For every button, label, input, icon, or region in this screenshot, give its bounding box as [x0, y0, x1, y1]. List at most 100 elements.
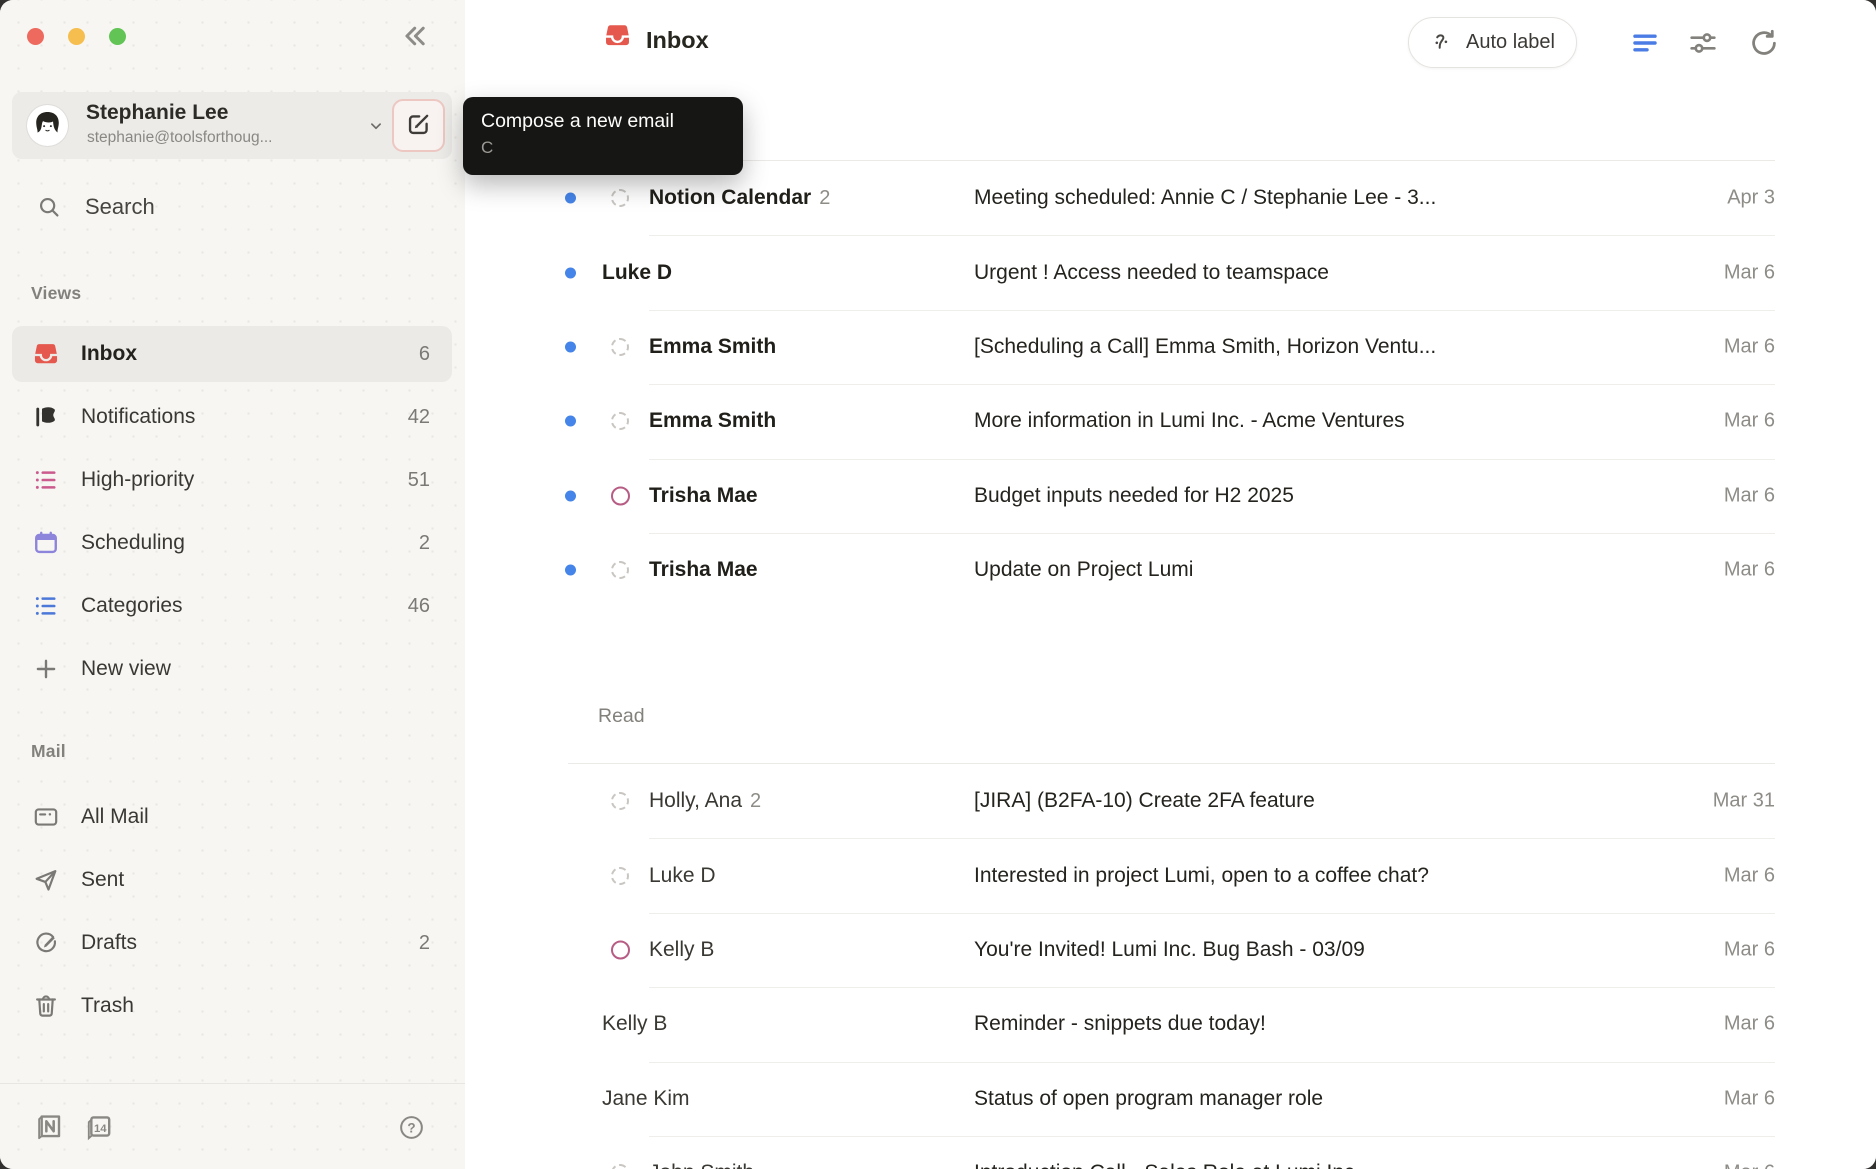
unread-indicator-dot — [565, 267, 576, 278]
app-window: Stephanie Lee stephanie@toolsforthoug...… — [0, 0, 1876, 1169]
sidebar-item-all-mail[interactable]: All Mail — [12, 789, 452, 845]
thread-count: 2 — [750, 790, 761, 812]
email-date: Mar 6 — [1724, 1162, 1775, 1169]
bullet-list-icon — [33, 467, 59, 493]
email-subject: Introduction Call - Sales Role at Lumi I… — [974, 1161, 1372, 1169]
email-subject: You're Invited! Lumi Inc. Bug Bash - 03/… — [974, 938, 1365, 962]
account-name: Stephanie Lee — [86, 101, 228, 125]
double-chevron-left-icon — [397, 41, 431, 56]
email-row[interactable]: Luke D Urgent ! Access needed to teamspa… — [465, 235, 1876, 309]
filter-icon[interactable] — [1629, 27, 1661, 59]
unread-email-list: Notion Calendar 2 Meeting scheduled: Anni… — [465, 161, 1876, 607]
email-row[interactable]: Luke D Interested in project Lumi, open … — [465, 838, 1876, 912]
label-ring-icon — [611, 867, 629, 885]
calendar-icon — [33, 530, 59, 556]
email-row[interactable]: Kelly B Reminder - snippets due today! M… — [465, 987, 1876, 1061]
sidebar-item-label: Trash — [81, 994, 134, 1018]
sidebar-item-label: Notifications — [81, 405, 195, 429]
collapse-sidebar-button[interactable] — [393, 16, 435, 58]
email-row[interactable]: Emma Smith More information in Lumi Inc.… — [465, 384, 1876, 458]
compose-button[interactable] — [392, 99, 445, 152]
item-count-badge: 6 — [419, 343, 430, 366]
sender-name: Kelly B — [649, 938, 714, 961]
bullet-list-icon — [33, 593, 59, 619]
sidebar-item-label: Drafts — [81, 931, 137, 955]
email-subject: Interested in project Lumi, open to a co… — [974, 864, 1429, 888]
sender-name: Emma Smith — [649, 335, 776, 358]
thread-count: 2 — [819, 187, 830, 209]
unread-indicator-dot — [565, 416, 576, 427]
inbox-view: Inbox Auto label Notion Calendar2 Meetin… — [465, 0, 1876, 1169]
item-count-badge: 51 — [408, 469, 430, 492]
unread-indicator-dot — [565, 341, 576, 352]
email-row[interactable]: Emma Smith [Scheduling a Call] Emma Smit… — [465, 310, 1876, 384]
email-date: Mar 6 — [1724, 1013, 1775, 1036]
auto-label-button[interactable]: Auto label — [1408, 17, 1577, 68]
help-icon[interactable]: ? — [398, 1114, 425, 1141]
search-icon — [37, 195, 62, 220]
sidebar-item-inbox[interactable]: Inbox 6 — [12, 326, 452, 382]
sidebar-item-trash[interactable]: Trash — [12, 978, 452, 1034]
close-window-button[interactable] — [27, 28, 44, 45]
label-ring-icon — [611, 189, 629, 207]
minimize-window-button[interactable] — [68, 28, 85, 45]
sender-name: Notion Calendar — [649, 186, 811, 209]
sidebar-item-notifications[interactable]: Notifications 42 — [12, 389, 452, 445]
tooltip-text: Compose a new email — [481, 110, 725, 133]
email-row[interactable]: Trisha Mae Budget inputs needed for H2 2… — [465, 459, 1876, 533]
search-label: Search — [85, 194, 155, 220]
email-row[interactable]: Kelly B You're Invited! Lumi Inc. Bug Ba… — [465, 913, 1876, 987]
email-row[interactable]: Holly, Ana2 [JIRA] (B2FA-10) Create 2FA … — [465, 764, 1876, 838]
sender-name: Trisha Mae — [649, 484, 758, 507]
tooltip-shortcut: C — [481, 138, 725, 158]
sidebar-item-high-priority[interactable]: High-priority 51 — [12, 452, 452, 508]
compose-icon — [405, 111, 432, 141]
chevron-down-icon — [367, 117, 385, 135]
plus-icon — [33, 656, 59, 682]
email-row[interactable]: Jane Kim Status of open program manager … — [465, 1062, 1876, 1136]
email-subject: Reminder - snippets due today! — [974, 1012, 1266, 1036]
sidebar-item-label: Scheduling — [81, 531, 185, 555]
email-row[interactable]: John Smith Introduction Call - Sales Rol… — [465, 1136, 1876, 1169]
account-email: stephanie@toolsforthoug... — [87, 129, 273, 147]
account-switcher[interactable]: Stephanie Lee stephanie@toolsforthoug... — [12, 92, 452, 159]
sidebar-item-scheduling[interactable]: Scheduling 2 — [12, 515, 452, 571]
email-date: Mar 6 — [1724, 864, 1775, 887]
display-settings-icon[interactable] — [1687, 27, 1719, 59]
auto-label-text: Auto label — [1466, 31, 1555, 54]
refresh-icon[interactable] — [1748, 27, 1780, 59]
label-ring-icon — [611, 792, 629, 810]
sidebar-item-label: All Mail — [81, 805, 149, 829]
draft-icon — [33, 930, 59, 956]
sender-name: Luke D — [602, 261, 672, 284]
zoom-window-button[interactable] — [109, 28, 126, 45]
sender-name: Trisha Mae — [649, 558, 758, 581]
sidebar-footer-divider — [0, 1083, 465, 1084]
email-subject: Meeting scheduled: Annie C / Stephanie L… — [974, 186, 1436, 210]
sidebar-item-new-view[interactable]: New view — [12, 641, 452, 697]
read-email-list: Holly, Ana2 [JIRA] (B2FA-10) Create 2FA … — [465, 764, 1876, 1169]
sidebar-item-label: New view — [81, 657, 171, 681]
item-count-badge: 42 — [408, 406, 430, 429]
email-subject: Update on Project Lumi — [974, 558, 1193, 582]
label-ring-icon — [611, 486, 630, 505]
sidebar-item-categories[interactable]: Categories 46 — [12, 578, 452, 634]
label-ring-icon — [611, 338, 629, 356]
email-date: Mar 6 — [1724, 335, 1775, 358]
email-subject: [JIRA] (B2FA-10) Create 2FA feature — [974, 789, 1315, 813]
label-ring-icon — [611, 561, 629, 579]
email-subject: [Scheduling a Call] Emma Smith, Horizon … — [974, 335, 1436, 359]
sidebar: Stephanie Lee stephanie@toolsforthoug...… — [0, 0, 466, 1169]
notion-logo-icon[interactable] — [33, 1111, 65, 1143]
label-ring-icon — [611, 1164, 629, 1169]
sidebar-item-sent[interactable]: Sent — [12, 852, 452, 908]
sidebar-item-drafts[interactable]: Drafts 2 — [12, 915, 452, 971]
search-button[interactable]: Search — [0, 184, 465, 230]
sender-name: Jane Kim — [602, 1087, 690, 1110]
email-subject: Status of open program manager role — [974, 1087, 1323, 1111]
email-row[interactable]: Trisha Mae Update on Project Lumi Mar 6 — [465, 533, 1876, 607]
sender-name: Kelly B — [602, 1012, 667, 1035]
mail-section-label: Mail — [31, 741, 66, 762]
notion-calendar-icon[interactable]: 14 — [82, 1111, 114, 1143]
sender-name: Luke D — [649, 864, 716, 887]
